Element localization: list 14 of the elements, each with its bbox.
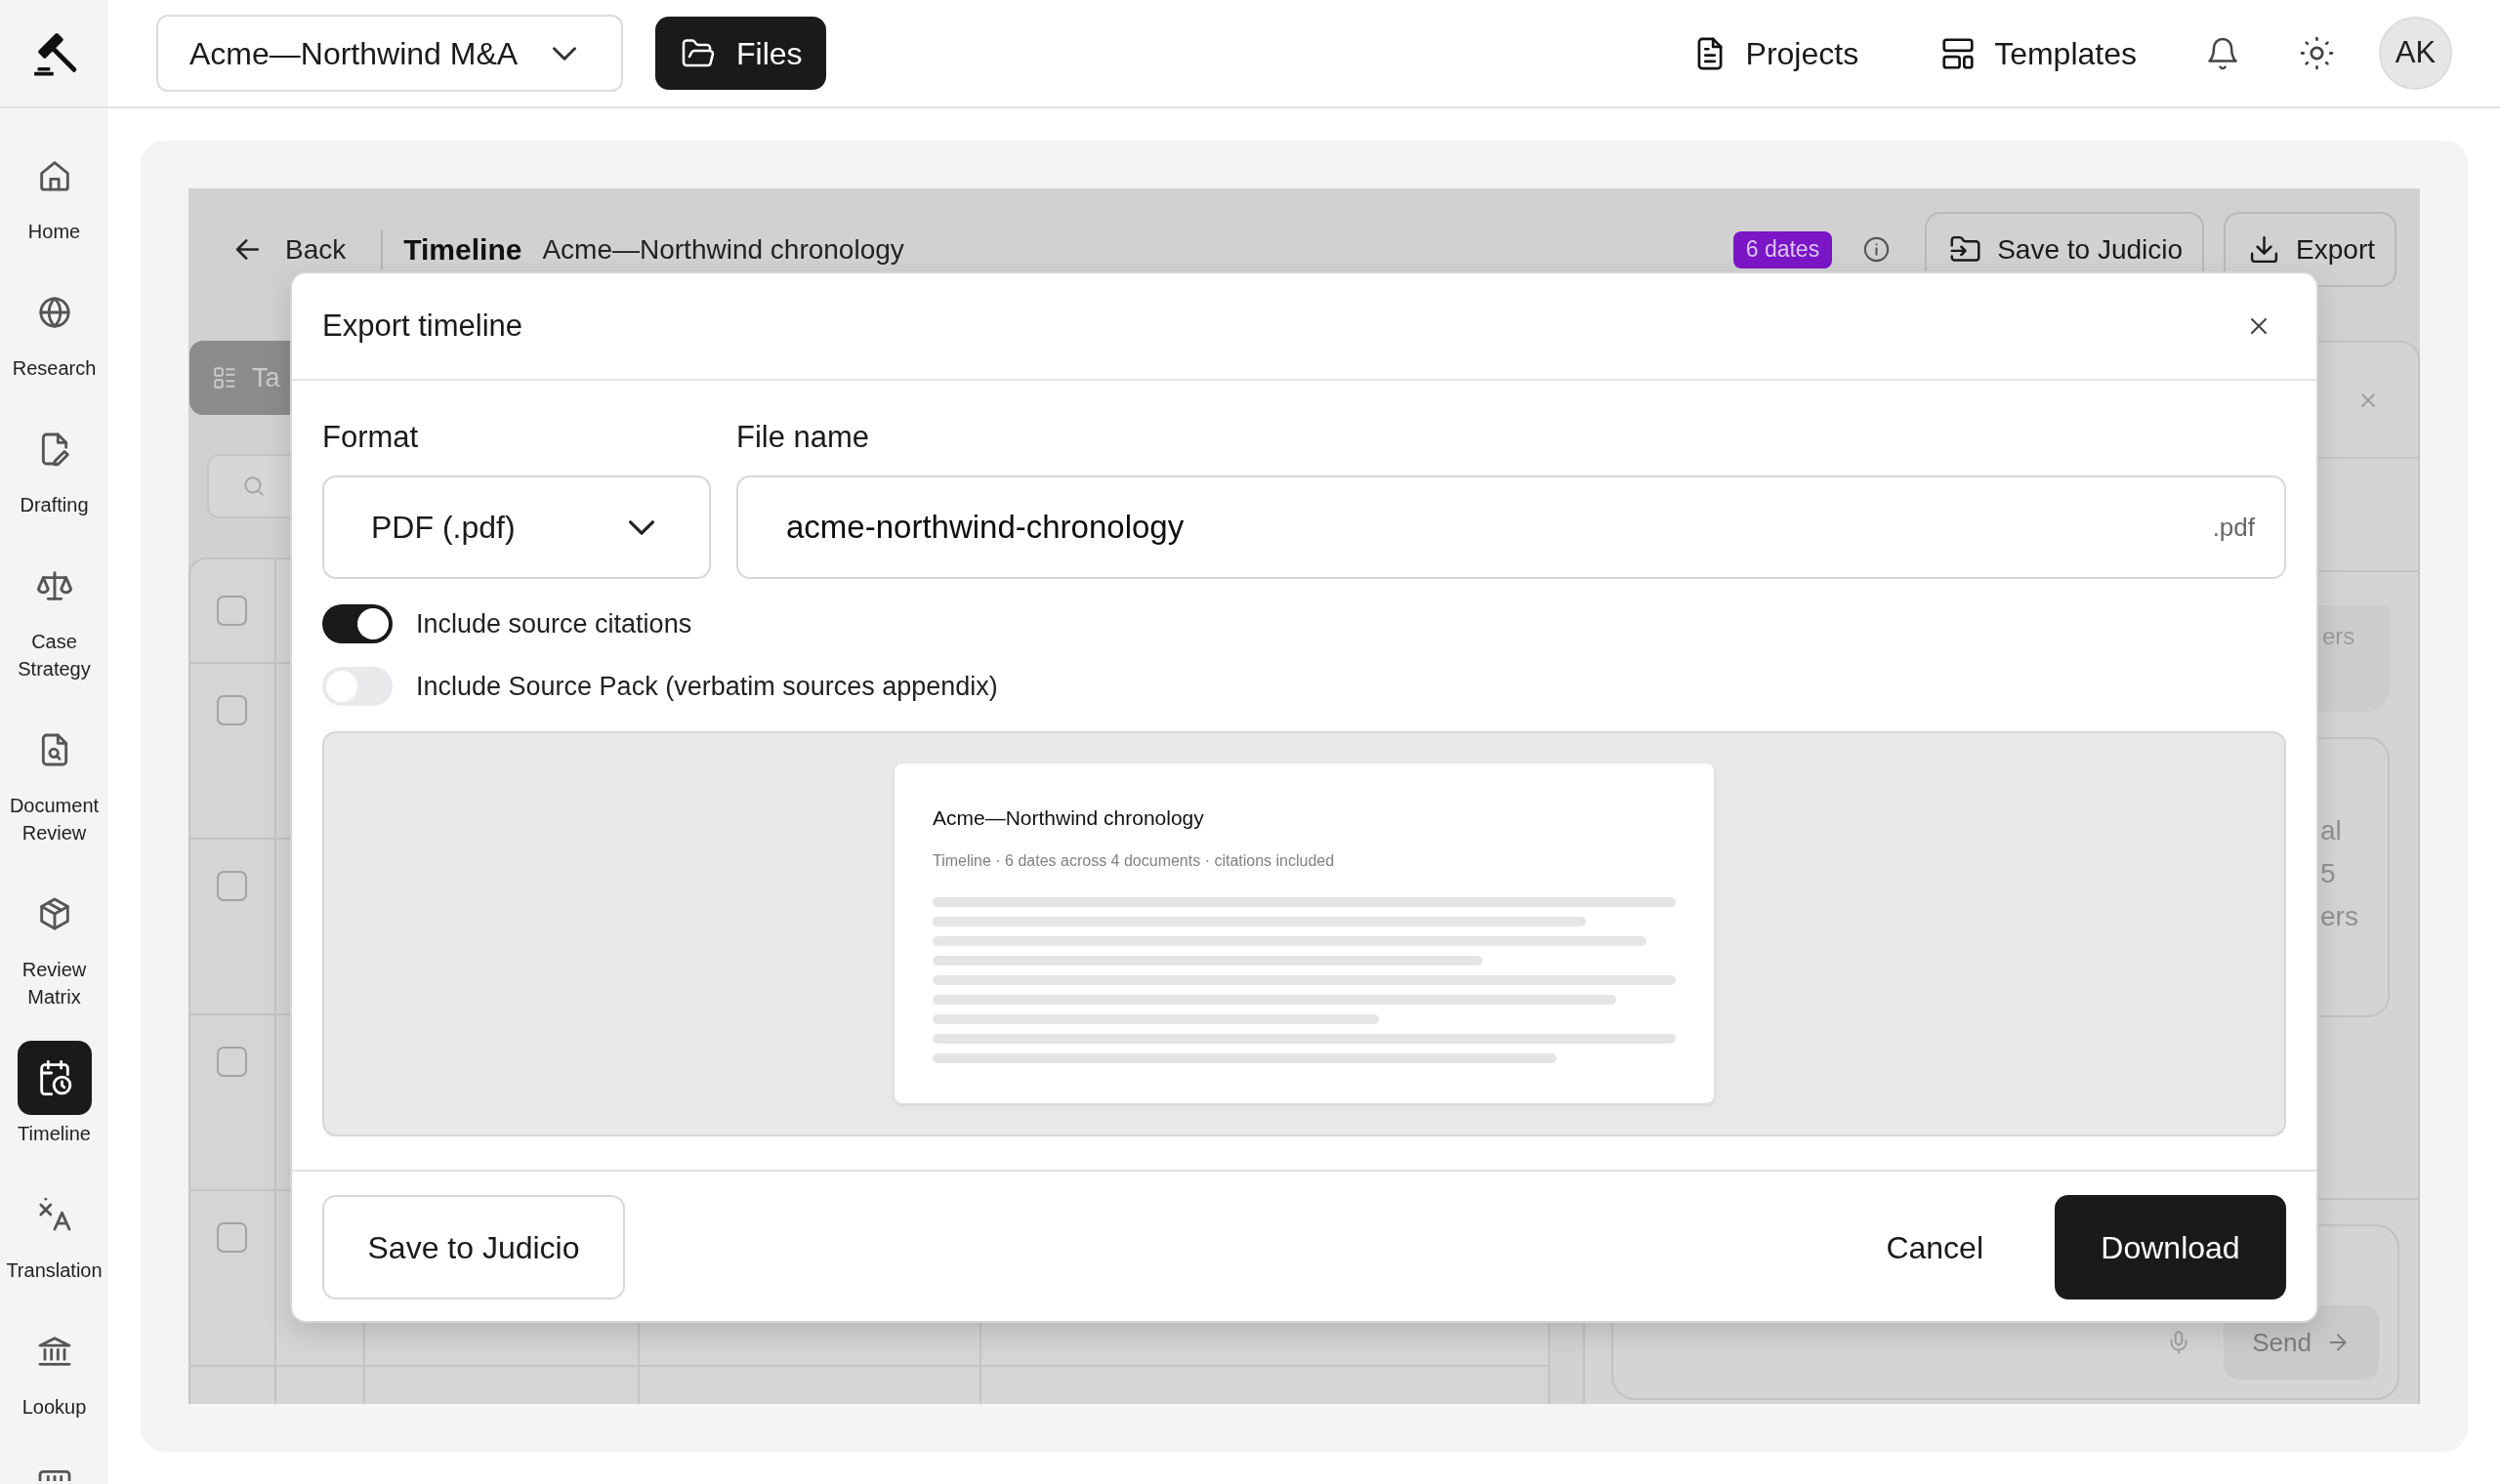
- card-text: 5: [2320, 857, 2336, 890]
- file-extension: .pdf: [2212, 512, 2255, 543]
- preview-title: Acme—Northwind chronology: [933, 805, 1204, 831]
- field-label: File name: [736, 419, 870, 456]
- dialog-title: Export timeline: [322, 307, 523, 345]
- date-count-badge: 6 dates: [1732, 230, 1833, 268]
- page-title: Timeline: [403, 232, 522, 268]
- preview-meta: Timeline · 6 dates across 4 documents · citations included: [933, 851, 1335, 871]
- option-label: Include Source Pack (verbatim sources appendix): [416, 670, 998, 703]
- field-label: Format: [322, 419, 419, 456]
- option-label: Include source citations: [416, 607, 692, 640]
- page-subtitle: Acme—Northwind chronology: [542, 232, 904, 267]
- card-text: ers: [2320, 900, 2358, 933]
- card-text: al: [2320, 814, 2342, 847]
